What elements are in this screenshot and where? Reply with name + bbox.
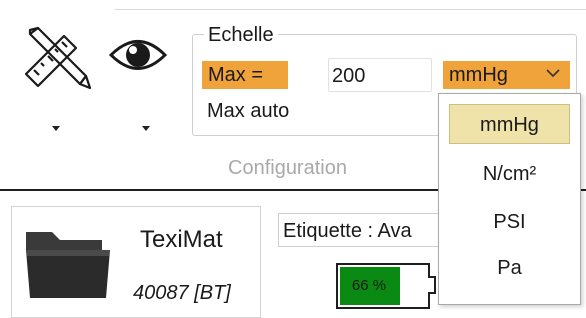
- max-label: Max =: [202, 61, 288, 89]
- chevron-down-icon: [52, 126, 60, 131]
- unit-select-value: mmHg: [449, 64, 508, 86]
- view-dropdown-arrow[interactable]: [140, 124, 152, 134]
- eye-icon[interactable]: [108, 30, 168, 80]
- chevron-down-icon: [546, 69, 560, 78]
- unit-option-psi[interactable]: PSI: [449, 202, 570, 242]
- battery-cap: [428, 276, 436, 294]
- battery-level-text: 66 %: [351, 277, 387, 294]
- folder-icon: [22, 222, 114, 302]
- chevron-down-icon: [142, 126, 150, 131]
- battery-indicator: 66 %: [336, 263, 430, 309]
- tools-dropdown-arrow[interactable]: [50, 124, 62, 134]
- unit-option-pa[interactable]: Pa: [449, 248, 570, 288]
- ribbon-top-border: [115, 9, 586, 10]
- device-name: TexiMat: [140, 226, 223, 253]
- pencil-ruler-icon[interactable]: [20, 24, 92, 90]
- unit-option-n-cm2[interactable]: N/cm²: [449, 154, 570, 194]
- label-field[interactable]: Etiquette : Ava: [278, 213, 453, 247]
- max-value-input[interactable]: 200: [328, 58, 432, 92]
- device-id: 40087 [BT]: [133, 282, 231, 304]
- unit-dropdown-list: mmHg N/cm² PSI Pa: [438, 93, 581, 305]
- unit-option-mmhg[interactable]: mmHg: [449, 104, 570, 144]
- scale-group-title: Echelle: [204, 24, 278, 47]
- configuration-section-label: Configuration: [228, 157, 347, 179]
- unit-select[interactable]: mmHg: [443, 61, 570, 89]
- max-auto-option[interactable]: Max auto: [207, 100, 289, 123]
